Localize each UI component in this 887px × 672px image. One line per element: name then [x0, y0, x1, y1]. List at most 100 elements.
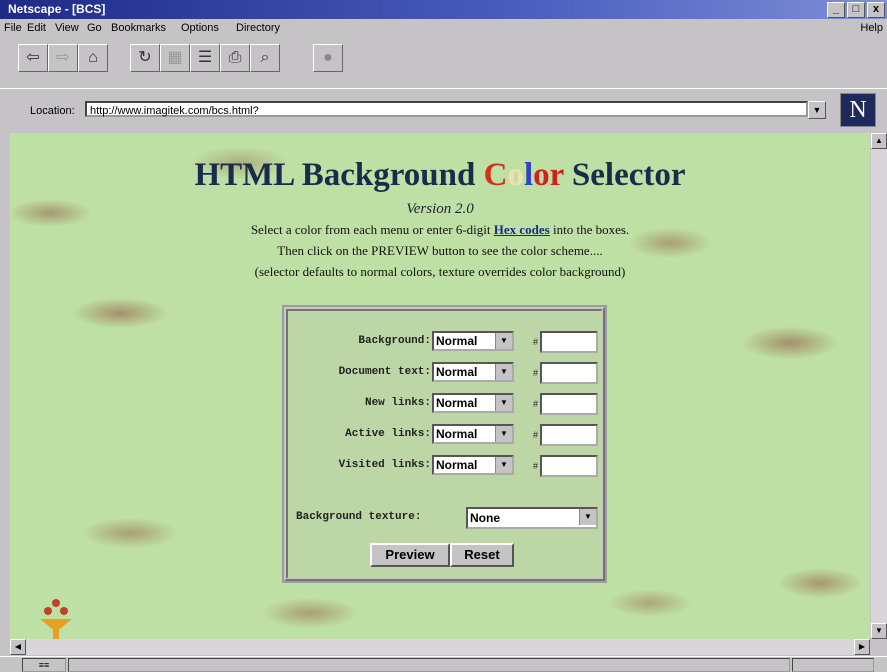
vertical-scrollbar[interactable]: ▲ ▼ [871, 133, 887, 639]
scroll-left-icon[interactable]: ◀ [10, 639, 26, 655]
menu-bar: File Edit View Go Bookmarks Options Dire… [0, 19, 887, 37]
form-row-visited-links: Visited links: Normal ▼ # [288, 455, 598, 477]
menu-directory[interactable]: Directory [236, 19, 280, 37]
instruction-text: Select a color from each menu or enter 6… [250, 222, 494, 237]
new-links-select[interactable]: Normal ▼ [432, 393, 514, 413]
preview-button[interactable]: Preview [370, 543, 450, 567]
close-button[interactable]: x [867, 2, 885, 18]
print-icon[interactable]: ⎙ [220, 44, 250, 72]
form-row-document-text: Document text: Normal ▼ # [288, 362, 598, 384]
imagitek-logo-icon [40, 599, 72, 639]
minimize-button[interactable]: _ [827, 2, 845, 18]
progress-indicator [792, 658, 874, 672]
hash-label: # [533, 461, 539, 471]
select-value: Normal [436, 458, 478, 472]
hash-label: # [533, 368, 539, 378]
find-icon[interactable]: ⌕ [250, 44, 280, 72]
select-value: Normal [436, 334, 478, 348]
title-letter-o: o [507, 157, 524, 193]
location-dropdown-icon[interactable]: ▼ [808, 101, 826, 119]
form-row-background: Background: Normal ▼ # [288, 331, 598, 353]
select-value: Normal [436, 396, 478, 410]
home-icon[interactable]: ⌂ [78, 44, 108, 72]
active-links-select[interactable]: Normal ▼ [432, 424, 514, 444]
hash-label: # [533, 399, 539, 409]
page-viewport: HTML Background Color Selector Version 2… [10, 133, 870, 639]
title-text-1: HTML Background [194, 157, 484, 193]
form-row-active-links: Active links: Normal ▼ # [288, 424, 598, 446]
netscape-window: Netscape - [BCS] _ □ x File Edit View Go… [0, 0, 887, 672]
hash-label: # [533, 337, 539, 347]
color-selector-form: Background: Normal ▼ # Document text: Nor… [284, 307, 605, 581]
chevron-down-icon[interactable]: ▼ [495, 364, 512, 380]
visited-links-label: Visited links: [338, 459, 431, 471]
menu-options[interactable]: Options [181, 19, 219, 37]
active-links-label: Active links: [345, 428, 431, 440]
status-bar: ≡≡ [0, 656, 887, 672]
menu-go[interactable]: Go [87, 19, 102, 37]
window-title: Netscape - [BCS] [8, 2, 106, 16]
location-label: Location: [30, 105, 75, 117]
location-input[interactable]: http://www.imagitek.com/bcs.html? [85, 101, 808, 117]
select-value: Normal [436, 427, 478, 441]
active-links-hex-input[interactable] [540, 424, 598, 446]
menu-help[interactable]: Help [860, 19, 883, 37]
menu-bookmarks[interactable]: Bookmarks [111, 19, 166, 37]
menu-edit[interactable]: Edit [27, 19, 46, 37]
chevron-down-icon[interactable]: ▼ [579, 509, 596, 525]
background-texture-select[interactable]: None ▼ [466, 507, 598, 529]
stop-icon[interactable]: ● [313, 44, 343, 72]
instruction-line-1: Select a color from each menu or enter 6… [10, 222, 870, 238]
instruction-line-3: (selector defaults to normal colors, tex… [254, 264, 626, 279]
visited-links-select[interactable]: Normal ▼ [432, 455, 514, 475]
title-letter-l: l [523, 157, 534, 193]
background-texture-label: Background texture: [296, 511, 422, 523]
status-message [68, 658, 790, 672]
scroll-down-icon[interactable]: ▼ [871, 623, 887, 639]
menu-view[interactable]: View [55, 19, 79, 37]
instruction-line-2: Then click on the PREVIEW button to see … [277, 243, 603, 258]
page-title: HTML Background Color Selector [10, 157, 870, 194]
toolbar: ⇦ ⇨ ⌂ ↻ ▦ ☰ ⎙ ⌕ ● [0, 38, 887, 86]
title-bar: Netscape - [BCS] _ □ x [0, 0, 887, 19]
images-icon[interactable]: ▦ [160, 44, 190, 72]
title-text-2: Selector [563, 157, 686, 193]
new-links-label: New links: [364, 397, 431, 409]
maximize-button[interactable]: □ [847, 2, 865, 18]
select-value: Normal [436, 365, 478, 379]
back-icon[interactable]: ⇦ [18, 44, 48, 72]
chevron-down-icon[interactable]: ▼ [495, 333, 512, 349]
background-hex-input[interactable] [540, 331, 598, 353]
reset-button[interactable]: Reset [450, 543, 514, 567]
hash-label: # [533, 430, 539, 440]
title-letter-c: C [483, 157, 508, 193]
scroll-right-icon[interactable]: ▶ [854, 639, 870, 655]
visited-links-hex-input[interactable] [540, 455, 598, 477]
document-text-select[interactable]: Normal ▼ [432, 362, 514, 382]
chevron-down-icon[interactable]: ▼ [495, 395, 512, 411]
new-links-hex-input[interactable] [540, 393, 598, 415]
window-controls: _ □ x [827, 2, 885, 18]
netscape-logo-icon[interactable]: N [840, 93, 876, 127]
reload-icon[interactable]: ↻ [130, 44, 160, 72]
security-key-icon: ≡≡ [22, 658, 66, 672]
form-row-texture: Background texture: None ▼ [288, 507, 598, 529]
forward-icon[interactable]: ⇨ [48, 44, 78, 72]
menu-file[interactable]: File [4, 19, 22, 37]
select-value: None [470, 511, 500, 525]
instruction-text: into the boxes. [549, 222, 630, 237]
document-text-label: Document text: [338, 366, 431, 378]
title-letters-or: or [533, 157, 564, 193]
background-label: Background: [358, 335, 431, 347]
chevron-down-icon[interactable]: ▼ [495, 457, 512, 473]
background-select[interactable]: Normal ▼ [432, 331, 514, 351]
hex-codes-link[interactable]: Hex codes [494, 222, 550, 237]
location-bar: Location: http://www.imagitek.com/bcs.ht… [0, 88, 887, 129]
version-label: Version 2.0 [406, 201, 474, 217]
open-icon[interactable]: ☰ [190, 44, 220, 72]
form-row-new-links: New links: Normal ▼ # [288, 393, 598, 415]
scroll-up-icon[interactable]: ▲ [871, 133, 887, 149]
chevron-down-icon[interactable]: ▼ [495, 426, 512, 442]
horizontal-scrollbar[interactable]: ◀ ▶ [10, 639, 870, 655]
document-text-hex-input[interactable] [540, 362, 598, 384]
